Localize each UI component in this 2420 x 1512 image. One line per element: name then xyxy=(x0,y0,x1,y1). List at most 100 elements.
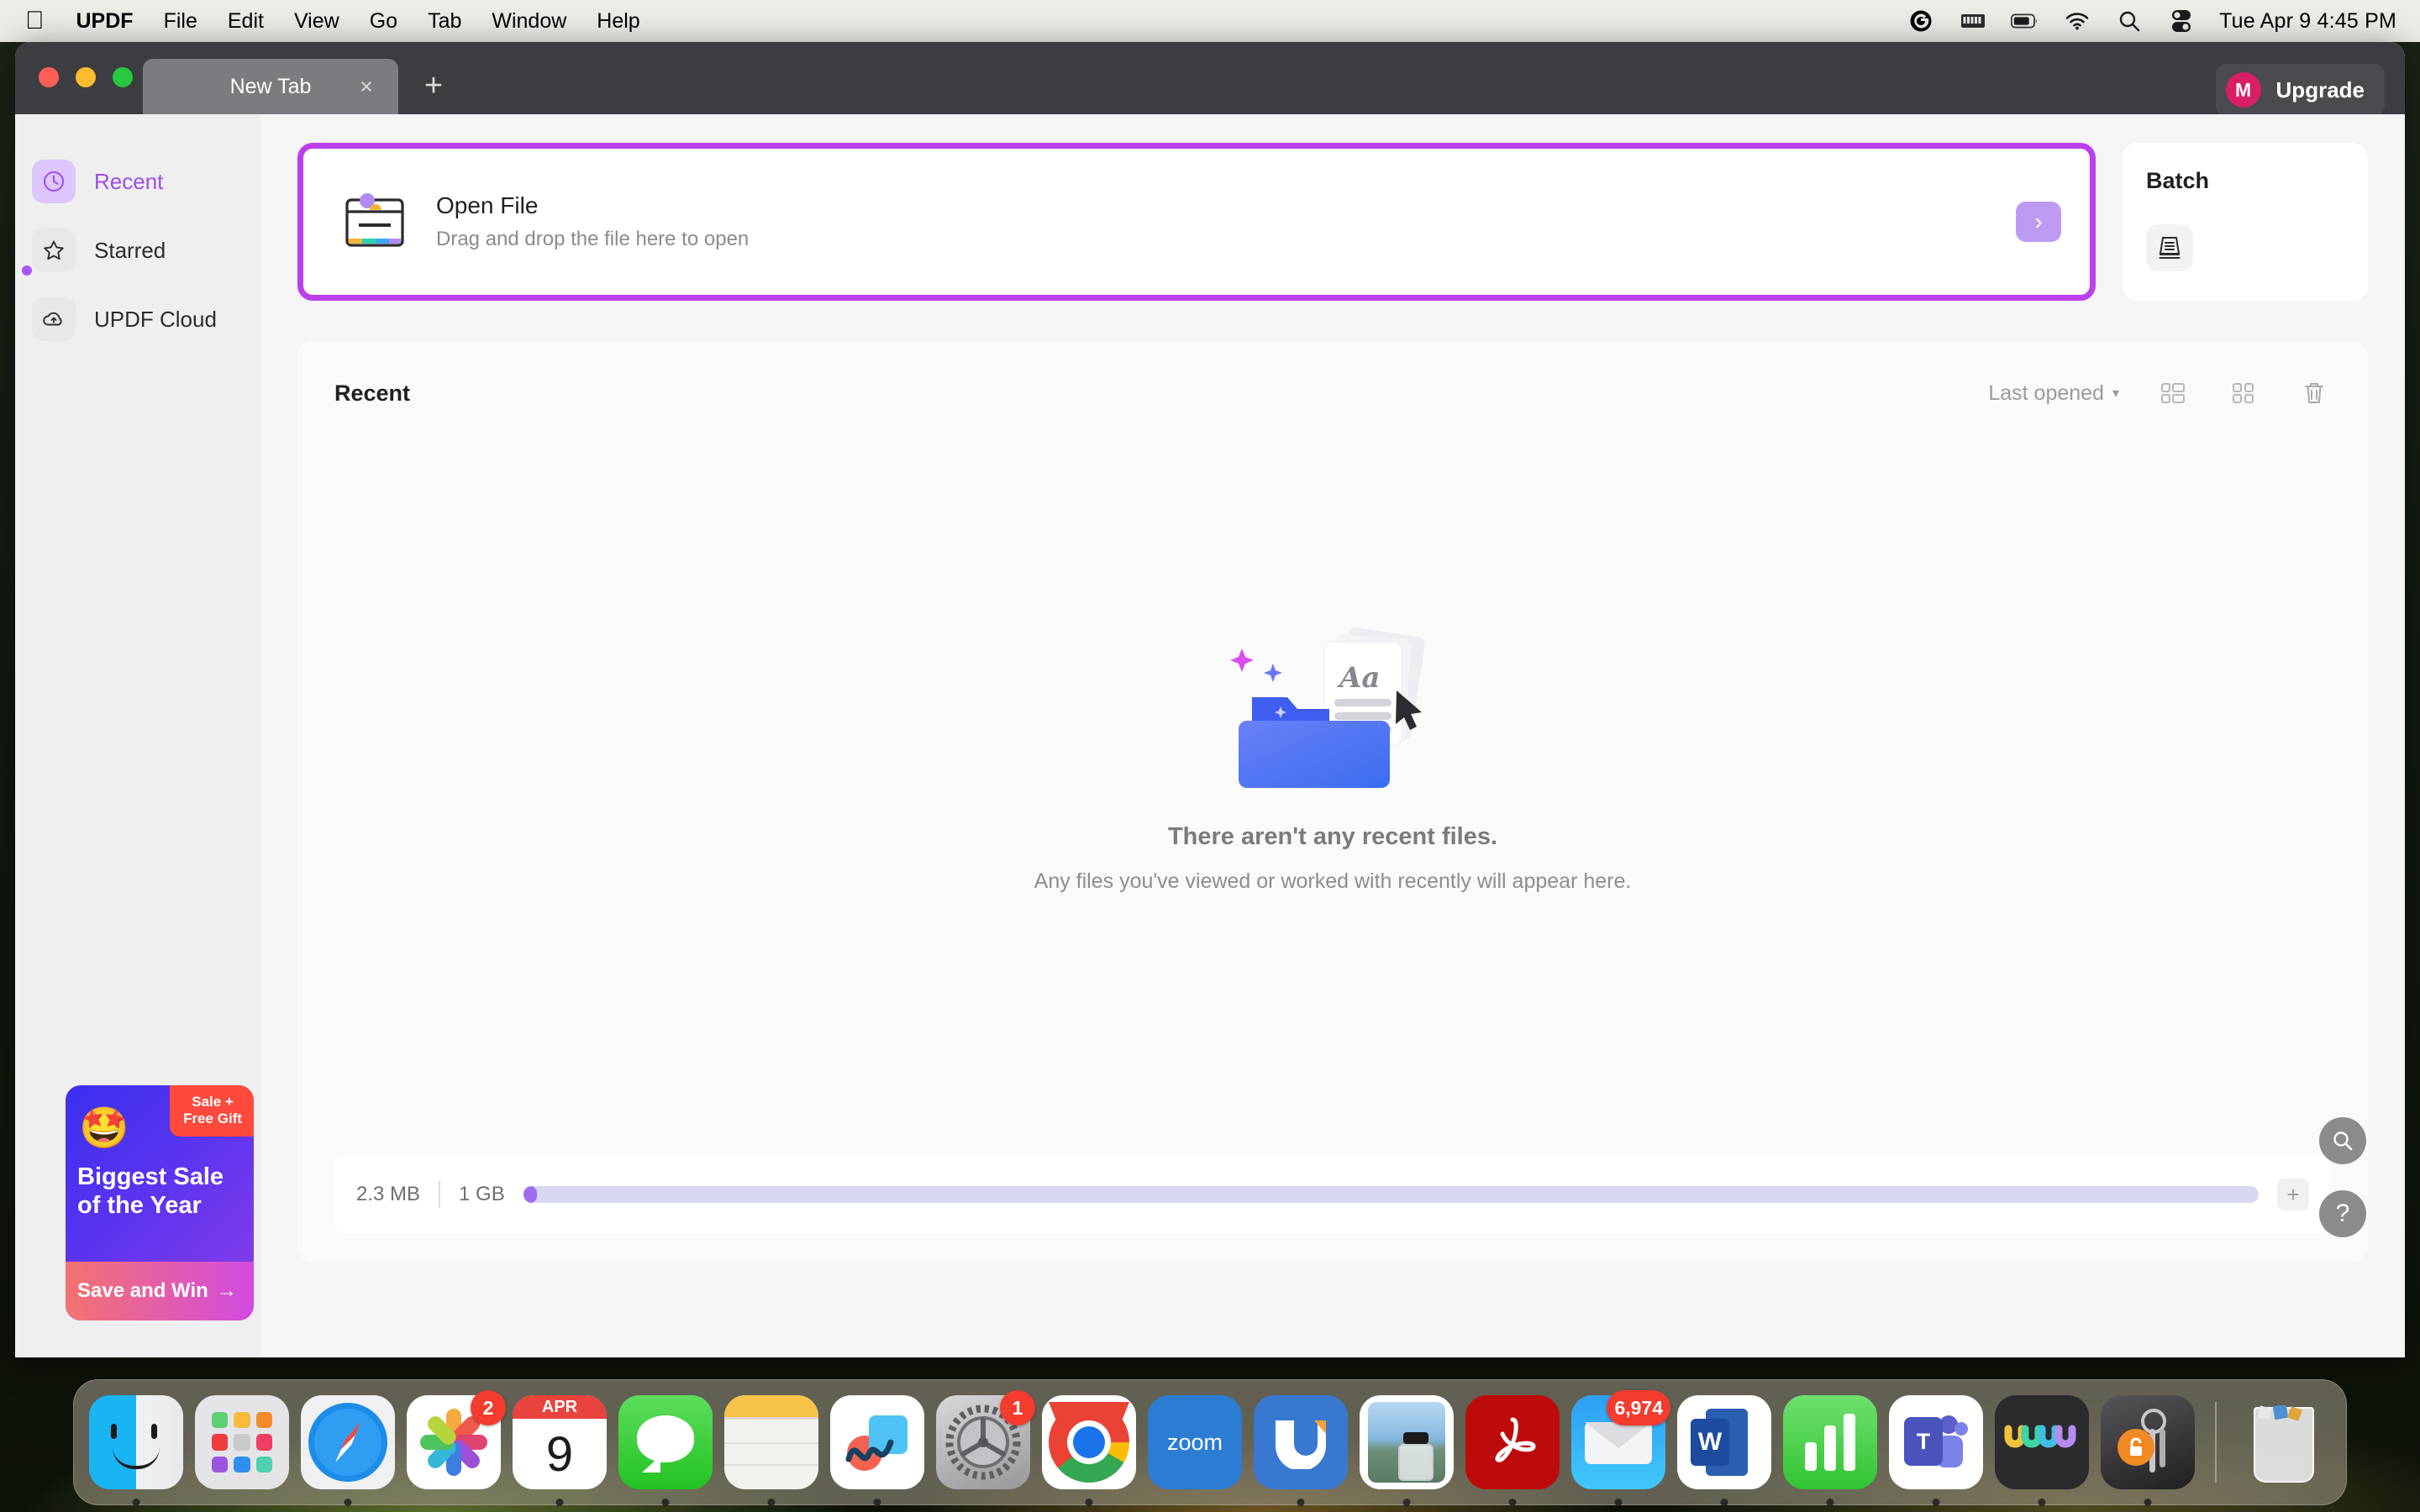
dock-item-zoom[interactable]: zoom xyxy=(1148,1395,1242,1489)
grammarly-icon[interactable] xyxy=(1907,8,1935,34)
waves-icon xyxy=(1995,1395,2089,1489)
menu-item-go[interactable]: Go xyxy=(355,0,413,42)
open-file-texts: Open File Drag and drop the file here to… xyxy=(436,192,749,251)
menu-bar-items:  UPDF File Edit View Go Tab Window Help xyxy=(25,0,655,42)
running-indicator xyxy=(874,1499,881,1506)
maximize-window-button[interactable] xyxy=(113,67,133,87)
dock-badge: 2 xyxy=(471,1390,506,1425)
new-tab-button[interactable]: + xyxy=(415,67,452,104)
add-storage-button[interactable]: + xyxy=(2277,1179,2309,1210)
svg-text:Aa: Aa xyxy=(1337,661,1380,695)
dock-item-updf[interactable] xyxy=(1254,1395,1348,1489)
chrome-icon xyxy=(1042,1395,1136,1489)
promo-banner[interactable]: Sale + Free Gift 🤩 Biggest Sale of the Y… xyxy=(66,1085,254,1320)
running-indicator xyxy=(345,1499,352,1506)
dock-item-photos[interactable]: 2 xyxy=(407,1395,501,1489)
upgrade-button[interactable]: M Upgrade xyxy=(2216,64,2385,116)
running-indicator xyxy=(1933,1499,1940,1506)
teams-label: T xyxy=(1904,1417,1943,1466)
batch-card[interactable]: Batch xyxy=(2123,143,2368,301)
keyboard-icon[interactable] xyxy=(1959,8,1987,34)
preview-icon xyxy=(1360,1395,1454,1489)
apple-menu-icon[interactable]:  xyxy=(25,2,61,40)
zoom-icon: zoom xyxy=(1148,1395,1242,1489)
trash-icon[interactable] xyxy=(2297,376,2331,410)
spotlight-search-icon[interactable] xyxy=(2115,8,2144,34)
close-tab-icon[interactable]: × xyxy=(353,73,380,100)
menu-item-help[interactable]: Help xyxy=(581,0,655,42)
dock-item-system-settings[interactable]: 1 xyxy=(936,1395,1030,1489)
sidebar-item-label: Recent xyxy=(94,169,163,195)
list-view-icon[interactable] xyxy=(2156,376,2190,410)
dock-item-messages[interactable] xyxy=(618,1395,713,1489)
arrow-right-icon: → xyxy=(217,1279,237,1303)
batch-stack-icon[interactable] xyxy=(2146,224,2193,271)
dock-item-safari[interactable] xyxy=(301,1395,395,1489)
dock-item-preview[interactable] xyxy=(1360,1395,1454,1489)
sidebar-item-starred[interactable]: Starred xyxy=(15,218,260,282)
wifi-icon[interactable] xyxy=(2063,8,2091,34)
messages-icon xyxy=(618,1395,713,1489)
top-cards-row: Open File Drag and drop the file here to… xyxy=(297,143,2368,301)
microsoft-word-icon: W xyxy=(1677,1395,1771,1489)
storage-bar: 2.3 MB 1 GB + xyxy=(334,1156,2331,1233)
help-fab-button[interactable]: ? xyxy=(2319,1190,2366,1237)
grid-view-icon[interactable] xyxy=(2227,376,2260,410)
dock-item-waves-app[interactable] xyxy=(1995,1395,2089,1489)
recent-tool-group: Last opened ▾ xyxy=(1988,376,2331,410)
menu-item-window[interactable]: Window xyxy=(476,0,581,42)
battery-icon[interactable] xyxy=(2011,8,2039,34)
menu-item-file[interactable]: File xyxy=(149,0,213,42)
tab-strip: New Tab × + xyxy=(143,59,452,114)
running-indicator xyxy=(1403,1499,1411,1506)
tab-new-tab[interactable]: New Tab × xyxy=(143,59,398,114)
microsoft-teams-icon: T xyxy=(1889,1395,1983,1489)
search-fab-button[interactable] xyxy=(2319,1117,2366,1164)
sidebar-item-label: UPDF Cloud xyxy=(94,307,217,333)
safari-icon xyxy=(301,1395,395,1489)
dock-item-freeform[interactable] xyxy=(830,1395,924,1489)
cloud-icon xyxy=(32,297,76,341)
menu-bar-status-items: Tue Apr 9 4:45 PM xyxy=(1907,8,2396,34)
menu-item-view[interactable]: View xyxy=(279,0,355,42)
minimize-window-button[interactable] xyxy=(76,67,96,87)
menu-item-updf[interactable]: UPDF xyxy=(61,0,149,42)
promo-badge: Sale + Free Gift xyxy=(170,1085,254,1137)
dock-item-calendar[interactable]: APR 9 xyxy=(513,1395,607,1489)
sort-dropdown[interactable]: Last opened ▾ xyxy=(1988,381,2119,406)
promo-cta-button[interactable]: Save and Win → xyxy=(66,1262,254,1320)
close-window-button[interactable] xyxy=(39,67,59,87)
dock-item-trash[interactable] xyxy=(2237,1395,2331,1489)
promo-badge-line2: Free Gift xyxy=(183,1110,242,1127)
sort-value: Last opened xyxy=(1988,381,2104,406)
running-indicator xyxy=(1615,1499,1623,1506)
menu-bar-clock[interactable]: Tue Apr 9 4:45 PM xyxy=(2219,9,2396,34)
dock-item-finder[interactable] xyxy=(89,1395,183,1489)
calendar-month: APR xyxy=(513,1395,607,1419)
open-file-card[interactable]: Open File Drag and drop the file here to… xyxy=(297,143,2096,301)
dock-item-chrome[interactable] xyxy=(1042,1395,1136,1489)
running-indicator xyxy=(133,1499,140,1506)
dock-item-mail[interactable]: 6,974 xyxy=(1571,1395,1665,1489)
dock-item-keychain-access[interactable] xyxy=(2101,1395,2195,1489)
dock-item-microsoft-teams[interactable]: T xyxy=(1889,1395,1983,1489)
dock-item-notes[interactable] xyxy=(724,1395,818,1489)
window-controls xyxy=(39,67,133,87)
dock-item-numbers[interactable] xyxy=(1783,1395,1877,1489)
menu-item-tab[interactable]: Tab xyxy=(413,0,476,42)
dock-item-microsoft-word[interactable]: W xyxy=(1677,1395,1771,1489)
sidebar-item-updf-cloud[interactable]: UPDF Cloud xyxy=(15,287,260,351)
dock: 2 APR 9 xyxy=(73,1379,2347,1505)
dock-item-adobe-acrobat[interactable] xyxy=(1465,1395,1560,1489)
updf-icon xyxy=(1254,1395,1348,1489)
tab-label: New Tab xyxy=(230,75,312,99)
sidebar-item-recent[interactable]: Recent xyxy=(15,150,260,213)
menu-item-edit[interactable]: Edit xyxy=(213,0,279,42)
dock-item-launchpad[interactable] xyxy=(195,1395,289,1489)
storage-progress-track[interactable] xyxy=(523,1186,2259,1203)
recent-toolbar: Recent Last opened ▾ xyxy=(334,376,2331,410)
control-center-icon[interactable] xyxy=(2167,8,2196,34)
running-indicator xyxy=(556,1499,564,1506)
star-struck-emoji-icon: 🤩 xyxy=(79,1104,129,1152)
open-file-arrow-button[interactable]: › xyxy=(2016,202,2061,242)
